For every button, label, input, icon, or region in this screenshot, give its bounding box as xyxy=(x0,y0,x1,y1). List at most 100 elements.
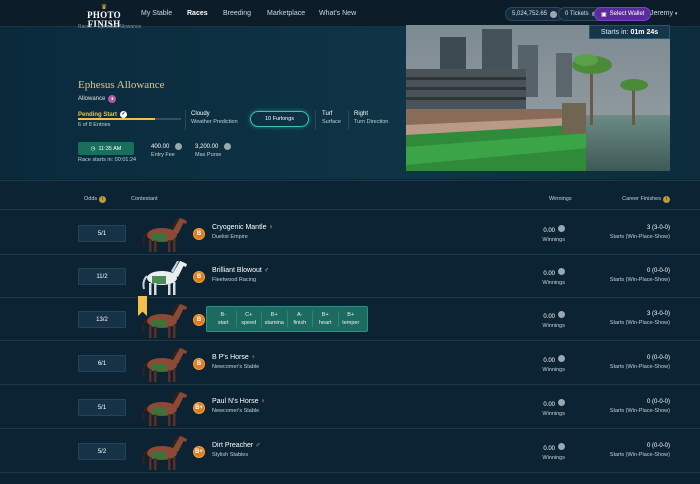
table-row[interactable]: 5/1 B Cryogenic Mantle ♀ Duelist Empire 0.00 W… xyxy=(78,212,670,252)
horse-avatar xyxy=(140,298,190,340)
divider xyxy=(348,110,349,130)
stadium-scene-image xyxy=(406,25,670,171)
user-menu[interactable]: Jeremy ▾ xyxy=(650,10,677,17)
odds-value: 11/2 xyxy=(78,268,126,285)
odds-value: 5/1 xyxy=(78,399,126,416)
nav-link-my-stable[interactable]: My Stable xyxy=(141,10,172,17)
coin-icon xyxy=(558,443,565,450)
divider xyxy=(0,428,700,429)
horse-avatar xyxy=(140,386,190,428)
grade-badge[interactable]: B+ xyxy=(193,402,205,414)
coin-icon xyxy=(558,399,565,406)
horse-name[interactable]: Dirt Preacher ♂ xyxy=(212,442,260,449)
odds-value: 13/2 xyxy=(78,311,126,328)
winnings: 0.00 Winnings xyxy=(542,268,565,286)
stat-grade: B+ xyxy=(347,312,355,318)
tooltip-stat-speed: C+ speed xyxy=(237,307,262,331)
stat-grade: A- xyxy=(297,312,303,318)
divider xyxy=(0,209,700,210)
stable-name[interactable]: Newcomer's Stable xyxy=(212,408,259,414)
stable-name[interactable]: Stylish Stables xyxy=(212,452,248,458)
stat-label: finish xyxy=(293,320,307,326)
info-icon[interactable]: i xyxy=(99,196,107,203)
col-contestant: Contestant xyxy=(131,196,158,202)
top-nav: ♛ PHOTO FINISH LIVE My Stable Races Bree… xyxy=(0,0,700,33)
nav-link-marketplace[interactable]: Marketplace xyxy=(267,10,305,17)
gender-icon: ♀ xyxy=(260,398,266,405)
stat-label: heart xyxy=(318,320,332,326)
countdown-timer: Starts in: 01m 24s xyxy=(589,25,670,39)
stat-label: speed xyxy=(241,320,257,326)
tooltip-stat-heart: B+ heart xyxy=(313,307,338,331)
table-header: Odds i Contestant Winnings Career Finishe… xyxy=(78,193,670,207)
tooltip-stat-stamina: B+ stamina xyxy=(262,307,287,331)
grade-badge[interactable]: B xyxy=(193,358,205,370)
table-row[interactable]: 13/2 B 0.00 Winnings 3 (3-0-0) Starts (Win-Pl… xyxy=(78,298,670,338)
nav-link-breeding[interactable]: Breeding xyxy=(223,10,251,17)
turn-direction: Right Turn Direction xyxy=(354,111,389,125)
balance-pill[interactable]: 5,024,752.65 xyxy=(505,7,565,21)
col-career-finishes[interactable]: Career Finishes i xyxy=(622,196,670,203)
grade-badge[interactable]: B xyxy=(193,228,205,240)
stat-label: stamina xyxy=(264,320,284,326)
coin-icon xyxy=(558,268,565,275)
stat-grade: C+ xyxy=(245,312,253,318)
horse-name[interactable]: Brilliant Blowout ♂ xyxy=(212,267,269,274)
gender-icon: ♂ xyxy=(255,442,261,449)
coin-icon xyxy=(558,355,565,362)
stat-grade: B+ xyxy=(270,312,278,318)
tickets-value: 0 Tickets xyxy=(565,11,589,17)
start-time-button[interactable]: ◷ 11:35 AM xyxy=(78,142,134,155)
table-row[interactable]: 6/1 B B P's Horse ♀ Newcomer's Stable 0.00 Win… xyxy=(78,342,670,382)
tooltip-stat-finish: A-finish xyxy=(288,307,313,331)
tooltip-stat-temper: B+ temper xyxy=(339,307,364,331)
race-track-preview[interactable] xyxy=(406,25,670,171)
table-row[interactable]: 5/2 B+ Dirt Preacher ♂ Stylish Stables 0.00 Wi… xyxy=(78,430,670,470)
grade-badge[interactable]: B xyxy=(193,271,205,283)
select-wallet-button[interactable]: ▣ Select Wallet xyxy=(594,7,652,21)
table-row[interactable]: 11/2 B Brilliant Blowout ♂ Fleetwood Racing 0… xyxy=(78,255,670,295)
divider xyxy=(0,384,700,385)
race-class: Allowance ♦ xyxy=(78,95,117,103)
nav-link-races[interactable]: Races xyxy=(187,10,208,17)
divider xyxy=(0,340,700,341)
stat-label: start xyxy=(217,320,229,326)
odds-value: 6/1 xyxy=(78,355,126,372)
balance-value: 5,024,752.65 xyxy=(512,11,548,17)
photo-finish-logo[interactable]: ♛ PHOTO FINISH LIVE xyxy=(78,4,130,33)
gender-icon: ♀ xyxy=(268,224,274,231)
surface: Turf Surface xyxy=(322,111,341,125)
coin-icon xyxy=(175,143,183,150)
stable-name[interactable]: Newcomer's Stable xyxy=(212,364,259,370)
entries-progress-fill xyxy=(78,118,156,120)
horse-avatar xyxy=(140,430,190,472)
coin-icon xyxy=(558,225,565,232)
career-finishes: 0 (0-0-0) Starts (Win-Place-Show) xyxy=(609,268,670,283)
winnings: 0.00 Winnings xyxy=(542,399,565,417)
coin-icon xyxy=(558,311,565,318)
horse-name[interactable]: Paul N's Horse ♀ xyxy=(212,398,266,405)
clock-icon: ◷ xyxy=(90,145,96,152)
grade-badge[interactable]: B xyxy=(193,314,205,326)
grade-badge[interactable]: B+ xyxy=(193,446,205,458)
horse-name[interactable]: B P's Horse ♀ xyxy=(212,354,256,361)
max-purse: 3,200.00 Max Purse xyxy=(195,143,232,158)
nav-link-whats-new[interactable]: What's New xyxy=(319,10,356,17)
wallet-icon: ▣ xyxy=(601,11,607,18)
breadcrumb[interactable]: Races > Ephesus Allowance xyxy=(78,24,141,30)
career-finishes: 0 (0-0-0) Starts (Win-Place-Show) xyxy=(609,355,670,370)
col-odds[interactable]: Odds i xyxy=(84,196,107,203)
stable-name[interactable]: Fleetwood Racing xyxy=(212,277,256,283)
divider xyxy=(0,180,700,181)
check-icon: ✓ xyxy=(120,111,128,118)
info-icon[interactable]: i xyxy=(663,196,670,203)
tooltip-stat-start: B-start xyxy=(211,307,236,331)
winnings: 0.00 Winnings xyxy=(542,443,565,461)
table-row[interactable]: 5/1 B+ Paul N's Horse ♀ Newcomer's Stable 0.0… xyxy=(78,386,670,426)
race-status: Pending Start ✓ xyxy=(78,111,128,118)
stable-name[interactable]: Duelist Empire xyxy=(212,234,248,240)
race-starts-timer: Race starts in: 00:01:24 xyxy=(78,157,137,163)
horse-name[interactable]: Cryogenic Mantle ♀ xyxy=(212,224,274,231)
race-title: Ephesus Allowance xyxy=(78,79,165,91)
stat-grade: B- xyxy=(220,312,227,318)
